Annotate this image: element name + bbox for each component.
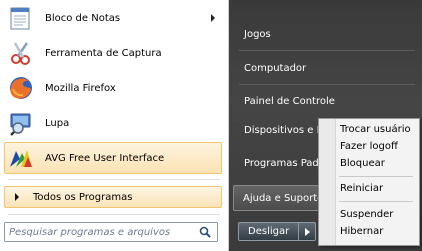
program-label: Mozilla Firefox	[45, 82, 116, 94]
firefox-icon	[8, 75, 34, 101]
menu-item-lock[interactable]: Bloquear	[340, 157, 385, 171]
all-programs-label: Todos os Programas	[33, 191, 133, 203]
search-box[interactable]	[4, 222, 218, 242]
places-item-label: Painel de Controle	[244, 95, 335, 107]
places-item-games[interactable]: Jogos	[235, 22, 415, 46]
places-item-label: Computador	[244, 62, 307, 74]
avg-icon	[8, 145, 34, 171]
menu-item-sleep[interactable]: Suspender	[340, 208, 393, 222]
places-item-label: Dispositivos e Ir	[244, 124, 324, 136]
program-item-avg[interactable]: AVG Free User Interface	[4, 142, 222, 174]
shutdown-control: Desligar	[238, 222, 317, 241]
shutdown-options-button[interactable]	[299, 222, 317, 241]
magnifier-icon	[8, 110, 34, 136]
places-item-computer[interactable]: Computador	[235, 56, 415, 80]
places-item-label: Ajuda e Suporte	[243, 192, 324, 204]
program-label: Lupa	[45, 117, 70, 129]
program-item-snipping-tool[interactable]: Ferramenta de Captura	[5, 38, 223, 68]
shutdown-button[interactable]: Desligar	[238, 222, 300, 241]
submenu-arrow-icon	[211, 14, 215, 22]
shutdown-label: Desligar	[248, 226, 290, 237]
all-programs-button[interactable]: Todos os Programas	[4, 186, 222, 208]
menu-item-switch-user[interactable]: Trocar usuário	[340, 123, 411, 137]
program-label: Bloco de Notas	[45, 12, 121, 24]
menu-separator	[339, 201, 413, 202]
arrow-right-icon	[15, 193, 19, 201]
places-item-label: Programas Padr	[244, 157, 323, 169]
snipping-tool-icon	[8, 40, 34, 66]
divider	[8, 214, 220, 215]
places-item-control-panel[interactable]: Painel de Controle	[235, 89, 415, 113]
search-icon[interactable]	[199, 226, 211, 238]
menu-item-restart[interactable]: Reiniciar	[340, 182, 383, 196]
power-options-menu: Trocar usuário Fazer logoff Bloquear Rei…	[318, 118, 420, 246]
menu-gutter	[319, 119, 336, 245]
menu-separator	[339, 176, 413, 177]
start-menu-programs-panel: Bloco de Notas Ferramenta de Captura Moz…	[0, 0, 229, 251]
places-item-label: Jogos	[244, 28, 271, 40]
search-input[interactable]	[5, 226, 193, 238]
program-label: AVG Free User Interface	[45, 152, 165, 164]
program-item-firefox[interactable]: Mozilla Firefox	[5, 73, 223, 103]
divider	[8, 179, 220, 180]
notepad-icon	[8, 5, 34, 31]
menu-item-hibernate[interactable]: Hibernar	[340, 225, 383, 239]
arrow-right-icon	[304, 227, 310, 236]
program-label: Ferramenta de Captura	[45, 47, 162, 59]
program-item-notepad[interactable]: Bloco de Notas	[5, 3, 223, 33]
menu-item-log-off[interactable]: Fazer logoff	[340, 140, 398, 154]
divider	[239, 84, 415, 85]
program-item-magnifier[interactable]: Lupa	[5, 108, 223, 138]
divider	[239, 50, 415, 51]
